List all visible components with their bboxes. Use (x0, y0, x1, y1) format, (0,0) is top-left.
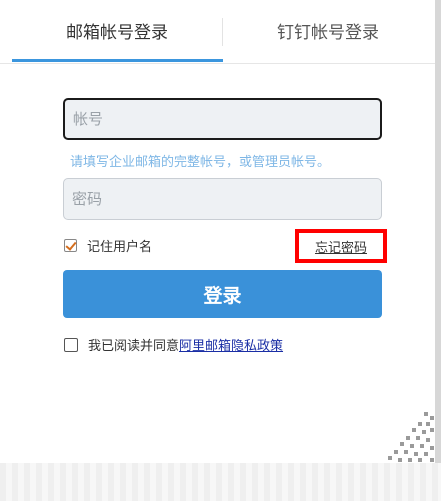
password-input[interactable] (64, 179, 381, 219)
background-band (0, 463, 441, 501)
active-tab-indicator (12, 59, 223, 62)
login-panel: 邮箱帐号登录 钉钉帐号登录 请填写企业邮箱的完整帐号，或管理员帐号。 记住用户名… (0, 0, 435, 463)
tab-divider (222, 18, 223, 46)
window-edge (435, 0, 441, 501)
account-field[interactable] (63, 98, 382, 140)
remember-label: 记住用户名 (87, 240, 153, 255)
tab-dingtalk-login[interactable]: 钉钉帐号登录 (277, 18, 379, 43)
tab-email-login[interactable]: 邮箱帐号登录 (66, 18, 168, 43)
remember-username[interactable]: 记住用户名 (64, 236, 152, 255)
account-hint: 请填写企业邮箱的完整帐号，或管理员帐号。 (70, 155, 331, 170)
agree-label: 我已阅读并同意 (88, 339, 180, 354)
forgot-password-highlight: 忘记密码 (295, 229, 387, 263)
agree-checkbox[interactable] (64, 337, 78, 352)
remember-checkbox[interactable] (64, 239, 77, 252)
login-button[interactable]: 登录 (63, 270, 382, 318)
privacy-agreement: 我已阅读并同意 阿里邮箱隐私政策 (64, 335, 283, 354)
qr-code-corner-icon[interactable] (380, 408, 435, 463)
account-input[interactable] (65, 100, 380, 138)
password-field[interactable] (63, 178, 382, 220)
privacy-policy-link[interactable]: 阿里邮箱隐私政策 (179, 335, 283, 354)
forgot-password-link[interactable]: 忘记密码 (315, 237, 367, 256)
login-tabs: 邮箱帐号登录 钉钉帐号登录 (0, 0, 435, 64)
